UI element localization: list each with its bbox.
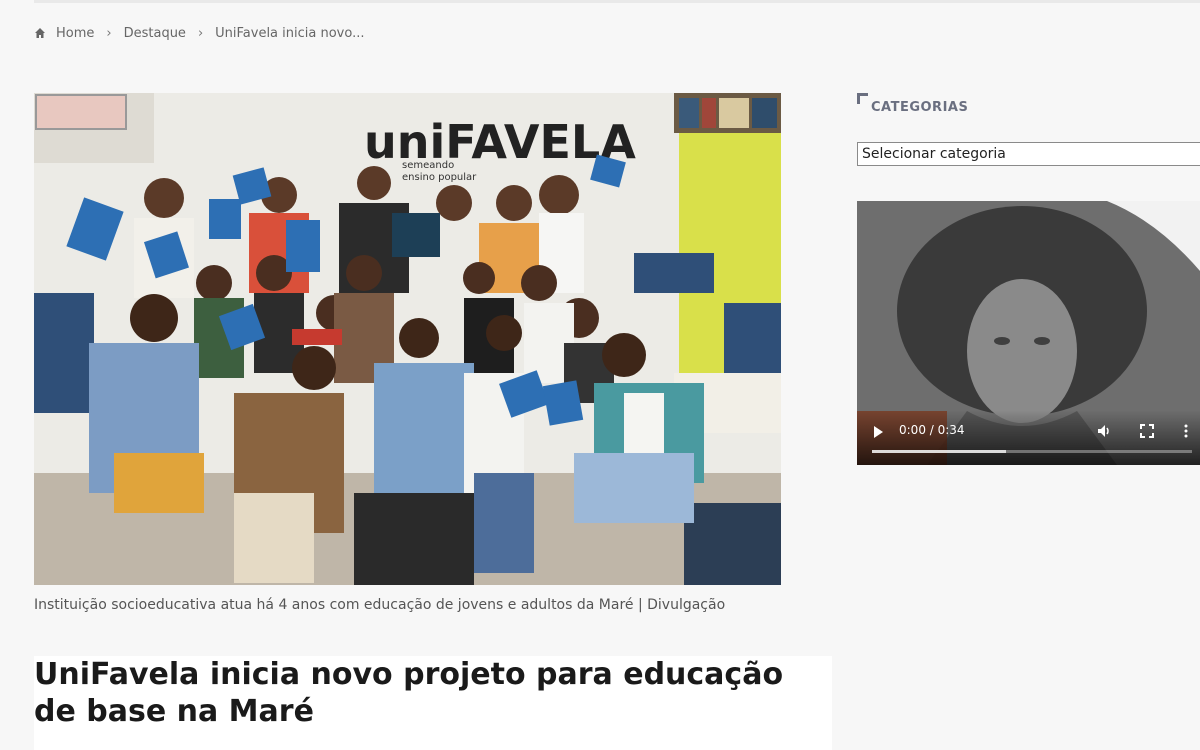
article-title: UniFavela inicia novo projeto para educa… (34, 657, 784, 729)
video-controls: 0:00 / 0:34 (857, 410, 1200, 465)
breadcrumb-home-link[interactable]: Home (56, 26, 94, 41)
breadcrumb-separator: › (106, 25, 112, 41)
video-player[interactable]: 0:00 / 0:34 (857, 201, 1200, 465)
top-divider (34, 0, 1200, 3)
wall-sign-tagline-2: ensino popular (402, 172, 477, 183)
fullscreen-icon[interactable] (1140, 424, 1154, 438)
volume-icon[interactable] (1097, 424, 1111, 438)
breadcrumb-current: UniFavela inicia novo... (215, 25, 365, 41)
more-options-icon[interactable] (1183, 424, 1189, 438)
breadcrumb-separator: › (197, 25, 204, 41)
corner-decoration-icon (857, 93, 868, 104)
video-progress-track[interactable] (872, 450, 1192, 453)
play-icon[interactable] (874, 426, 883, 438)
video-time: 0:00 / 0:34 (899, 423, 965, 437)
group-photo: uniFAVELA semeando ensino popular (34, 93, 781, 585)
breadcrumb-destaque-link[interactable]: Destaque (124, 26, 186, 41)
article-hero-image: uniFAVELA semeando ensino popular (34, 93, 781, 585)
wall-sign-tagline-1: semeando (402, 160, 454, 171)
category-select[interactable]: Selecionar categoria (857, 142, 1200, 166)
home-icon[interactable] (34, 27, 46, 39)
article-title-container: UniFavela inicia novo projeto para educa… (34, 656, 832, 750)
categories-widget-header: CATEGORIAS (857, 93, 969, 115)
breadcrumb: Home › Destaque › UniFavela inicia novo.… (34, 23, 365, 43)
video-buffered-bar (872, 450, 1007, 453)
image-caption: Instituição socioeducativa atua há 4 ano… (34, 597, 726, 613)
categories-title: CATEGORIAS (871, 99, 969, 115)
